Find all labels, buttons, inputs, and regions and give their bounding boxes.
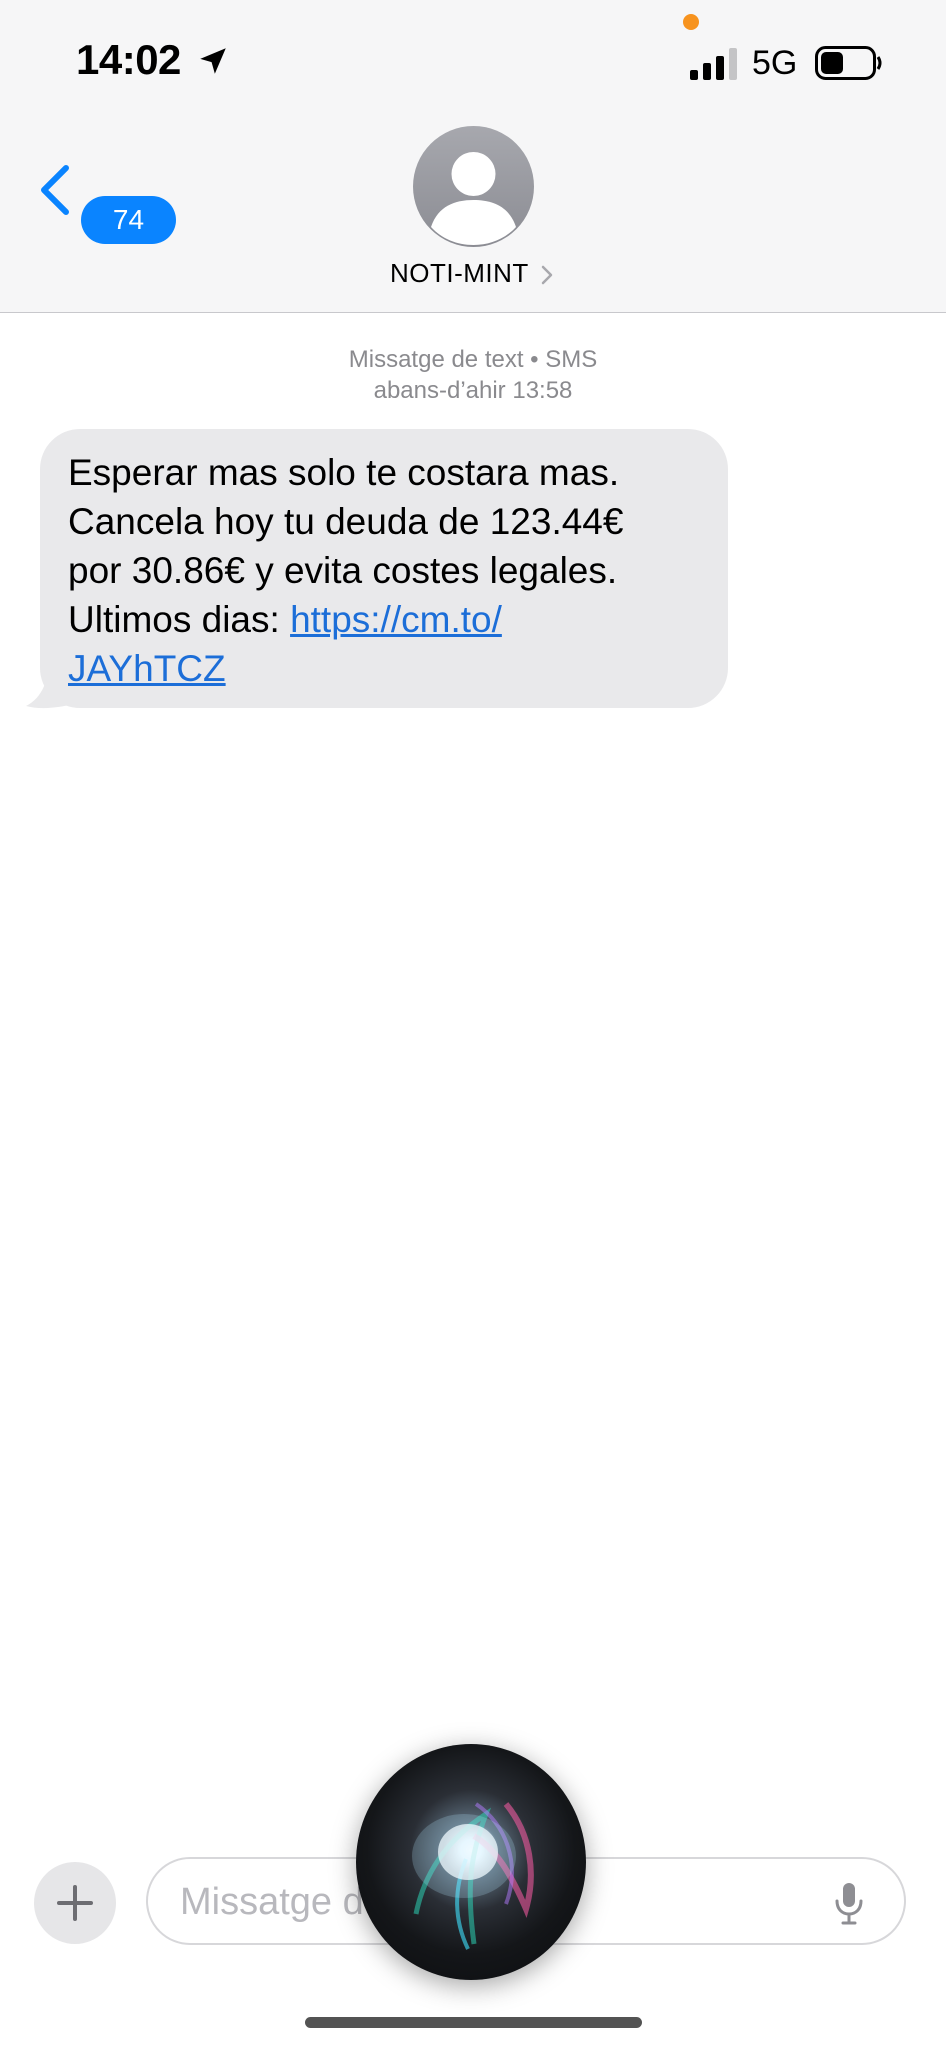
message-line: Cancela hoy tu deuda de 123.44€ [68,501,624,542]
network-type: 5G [752,44,798,82]
chevron-left-icon [41,165,69,215]
chevron-right-icon[interactable] [540,264,554,286]
apps-button[interactable] [34,1862,116,1944]
siri-orb [356,1744,586,1980]
message-line: Ultimos dias: https://cm.to/ [68,595,718,644]
battery-icon [815,46,882,80]
message-text: Esperar mas solo te costara mas. Cancela… [68,448,718,693]
signal-bars-icon [690,48,737,80]
contact-avatar[interactable] [413,126,534,247]
back-button[interactable]: 74 [36,156,176,244]
microphone-icon[interactable] [834,1881,864,1925]
siri-waveform-icon [412,1802,534,1950]
person-silhouette-icon [431,152,516,245]
contact-name[interactable]: NOTI-MINT [390,258,560,294]
plus-icon [57,1885,93,1921]
message-text-fragment: Ultimos dias: [68,599,291,640]
message-line: JAYhTCZ [68,644,718,693]
home-indicator[interactable] [305,2017,642,2028]
privacy-indicator-dot [683,14,699,30]
clock: 14:02 [76,36,181,83]
message-timestamp: abans-d’ahir 13:58 [373,377,573,404]
location-arrow-icon [200,48,226,74]
message-line: por 30.86€ y evita costes legales. [68,550,618,591]
message-line: Esperar mas solo te costara mas. [68,452,620,493]
message-link-continued[interactable]: JAYhTCZ [68,648,226,689]
message-link[interactable]: https://cm.to/ [290,599,502,640]
unread-count-badge: 74 [81,196,176,244]
message-type-label: Missatge de text • SMS [348,346,598,373]
status-bar: 14:02 5G [0,0,946,120]
